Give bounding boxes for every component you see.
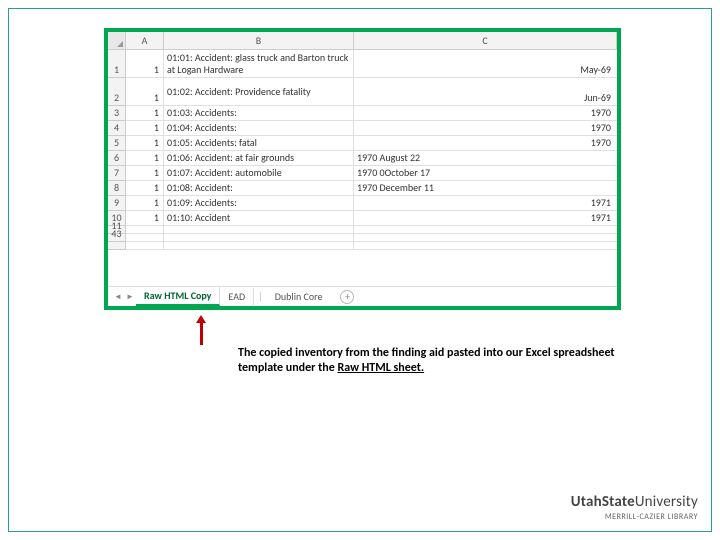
cell[interactable]: 1970 0October 17 [354,166,474,181]
cell[interactable]: 1 [126,166,164,181]
table-row: 10 1 01:10: Accident 1971 [108,211,617,226]
cell[interactable]: 1 [126,181,164,196]
branding: UtahStateUniversity MERRILL-CAZIER LIBRA… [571,493,698,522]
caption-line1: The copied inventory from the finding ai… [238,346,615,360]
cell[interactable] [164,234,354,242]
row-header[interactable]: 2 [108,78,126,106]
table-row: 7 1 01:07: Accident: automobile 1970 0Oc… [108,166,617,181]
row-header[interactable]: 8 [108,181,126,196]
caption-line2a: template under the [238,361,337,375]
cell[interactable]: 1971 [474,196,617,211]
col-header-c[interactable]: C [354,32,617,50]
cell[interactable]: 1971 [474,211,617,226]
cell[interactable]: 1970 December 11 [354,181,474,196]
tab-ead[interactable]: EAD [220,288,254,305]
cell[interactable]: 1 [126,136,164,151]
cell[interactable]: 1 [126,50,164,78]
cell[interactable]: 01:07: Accident: automobile [164,166,354,181]
cell[interactable]: 1 [126,151,164,166]
tab-prev-icon[interactable]: ◄ [112,292,124,302]
column-headers: A B C [108,32,617,50]
row-header[interactable]: 1 [108,50,126,78]
row-header[interactable]: 7 [108,166,126,181]
row-header[interactable]: 3 [108,106,126,121]
cell[interactable] [354,234,474,242]
cell[interactable]: 1970 [474,106,617,121]
grid-rows: 1 1 01:01: Accident: glass truck and Bar… [108,50,617,286]
caption-sheet-name: Raw HTML sheet. [337,361,424,375]
cell[interactable] [474,234,617,242]
cell[interactable]: 1970 [474,136,617,151]
cell[interactable] [354,106,474,121]
cell[interactable]: 01:08: Accident: [164,181,354,196]
cell[interactable] [354,121,474,136]
select-all-corner[interactable] [108,32,126,50]
cell[interactable] [164,242,354,250]
tab-next-icon[interactable]: ► [124,292,136,302]
tab-separator: | [254,290,267,303]
cell[interactable]: 01:05: Accidents: fatal [164,136,354,151]
col-header-a[interactable]: A [126,32,164,50]
callout-arrow [198,315,204,345]
table-row: 3 1 01:03: Accidents: 1970 [108,106,617,121]
cell[interactable] [126,242,164,250]
cell[interactable]: 1 [126,121,164,136]
cell[interactable]: 1 [126,211,164,226]
cell[interactable]: 01:09: Accidents: [164,196,354,211]
row-header[interactable]: 9 [108,196,126,211]
row-header[interactable]: 5 [108,136,126,151]
cell[interactable] [354,242,474,250]
cell[interactable]: 1970 August 22 [354,151,474,166]
cell[interactable] [474,181,617,196]
cell[interactable] [126,234,164,242]
cell[interactable] [354,78,474,106]
col-header-b[interactable]: B [164,32,354,50]
brand-university: UtahStateUniversity [571,493,698,511]
cell[interactable] [474,151,617,166]
table-row: 2 1 01:02: Accident: Providence fatality… [108,78,617,106]
cell[interactable]: 01:04: Accidents: [164,121,354,136]
cell[interactable]: 01:02: Accident: Providence fatality [164,78,354,106]
add-sheet-icon[interactable]: + [340,290,354,304]
cell[interactable]: 01:06: Accident: at fair grounds [164,151,354,166]
table-row: 1 1 01:01: Accident: glass truck and Bar… [108,50,617,78]
cell[interactable]: Jun-69 [474,78,617,106]
cell[interactable] [474,242,617,250]
cell[interactable]: 01:01: Accident: glass truck and Barton … [164,50,354,78]
cell[interactable]: 01:03: Accidents: [164,106,354,121]
cell[interactable]: 1 [126,78,164,106]
tab-dublin-core[interactable]: Dublin Core [267,288,331,305]
cell[interactable] [354,136,474,151]
table-row: 8 1 01:08: Accident: 1970 December 11 [108,181,617,196]
table-row: 6 1 01:06: Accident: at fair grounds 197… [108,151,617,166]
cell[interactable]: 1970 [474,121,617,136]
table-row: 4 1 01:04: Accidents: 1970 [108,121,617,136]
table-row: 9 1 01:09: Accidents: 1971 [108,196,617,211]
caption-text: The copied inventory from the finding ai… [238,346,638,376]
cell[interactable]: 1 [126,106,164,121]
cell[interactable] [474,226,617,234]
cell[interactable] [164,226,354,234]
cell[interactable]: 1 [126,196,164,211]
sheet-tabs: ◄ ► Raw HTML Copy EAD | Dublin Core + [108,286,617,306]
cell[interactable]: May-69 [474,50,617,78]
row-header[interactable]: 43 [108,234,126,242]
row-header[interactable]: 4 [108,121,126,136]
table-row [108,242,617,250]
row-header[interactable]: 6 [108,151,126,166]
tab-raw-html-copy[interactable]: Raw HTML Copy [136,287,220,306]
table-row: 11 [108,226,617,234]
row-header[interactable] [108,242,126,250]
cell[interactable] [474,166,617,181]
excel-screenshot: A B C 1 1 01:01: Accident: glass truck a… [104,28,621,310]
cell[interactable] [354,211,474,226]
brand-library: MERRILL-CAZIER LIBRARY [571,512,698,522]
cell[interactable] [126,226,164,234]
cell[interactable]: 01:10: Accident [164,211,354,226]
cell[interactable] [354,196,474,211]
table-row: 5 1 01:05: Accidents: fatal 1970 [108,136,617,151]
cell[interactable] [354,50,474,78]
table-row: 43 [108,234,617,242]
cell[interactable] [354,226,474,234]
